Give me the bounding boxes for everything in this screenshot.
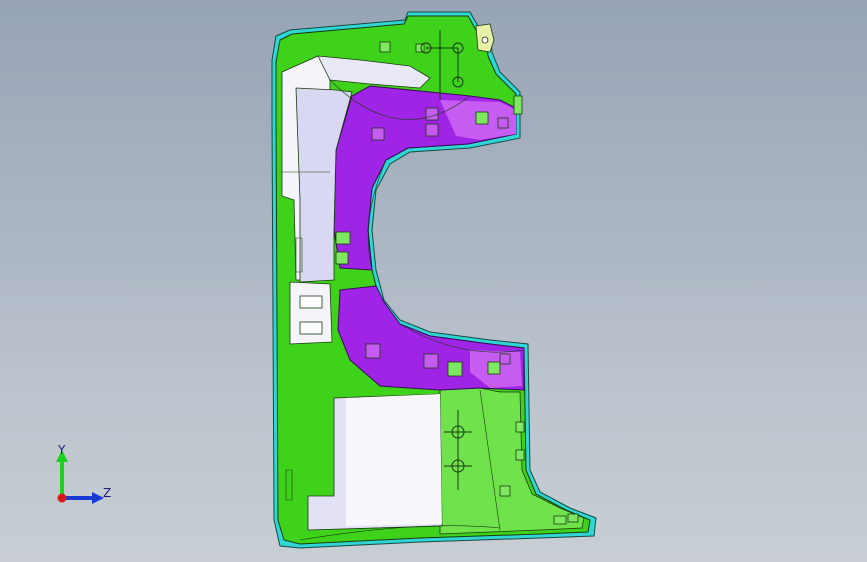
bracket-panel	[289, 281, 333, 345]
part-model[interactable]	[0, 0, 867, 562]
graphics-viewport[interactable]: Y Z	[0, 0, 867, 562]
x-axis-dot	[57, 493, 67, 503]
triad-y-label: Y	[58, 443, 66, 457]
triad-z-label: Z	[103, 486, 112, 500]
lower-box-panel-inner	[346, 394, 442, 526]
rim-tabs	[513, 95, 579, 523]
